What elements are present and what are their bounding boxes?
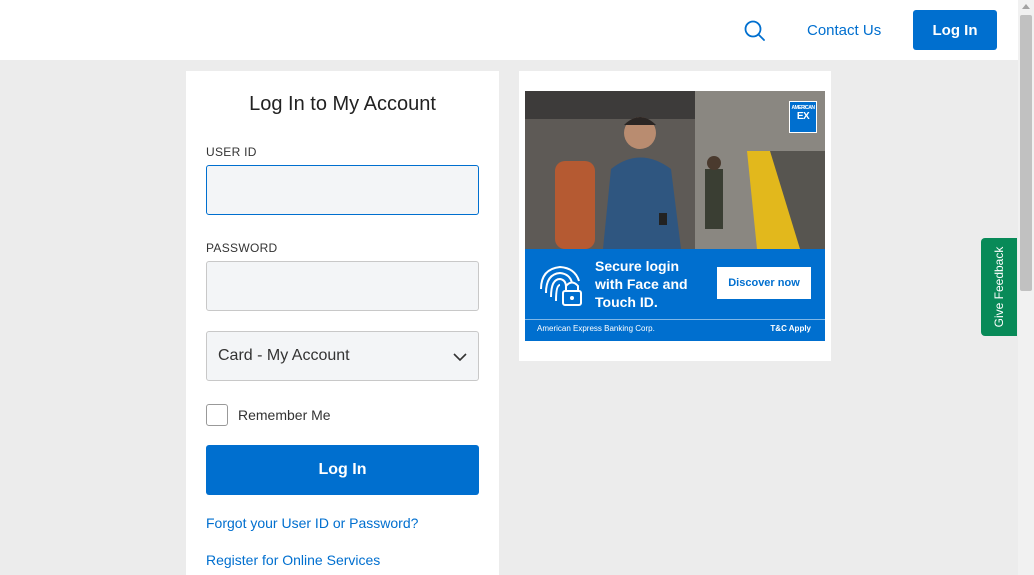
header-login-button[interactable]: Log In (913, 10, 997, 50)
amex-logo-text-2: EX (796, 111, 810, 122)
ad-fine-print: American Express Banking Corp. (537, 324, 655, 333)
top-navigation-bar: Contact Us Log In (0, 0, 1018, 60)
amex-logo: AMERICAN EX (789, 101, 817, 133)
ad-terms-link[interactable]: T&C Apply (770, 324, 811, 333)
account-type-select[interactable]: Card - My Account (206, 331, 479, 381)
remember-me-checkbox[interactable] (206, 404, 228, 426)
forgot-credentials-link[interactable]: Forgot your User ID or Password? (206, 515, 418, 531)
ad-blue-banner: Secure login with Face and Touch ID. Dis… (525, 249, 825, 341)
login-panel: Log In to My Account USER ID PASSWORD Ca… (186, 71, 499, 575)
give-feedback-tab[interactable]: Give Feedback (981, 238, 1017, 336)
user-id-label: USER ID (206, 145, 257, 159)
ad-divider (525, 319, 825, 320)
remember-me-label: Remember Me (238, 407, 331, 423)
discover-now-button[interactable]: Discover now (717, 267, 811, 299)
scroll-up-arrow-icon[interactable] (1022, 4, 1030, 9)
scrollbar-thumb[interactable] (1020, 15, 1032, 291)
fingerprint-lock-icon (535, 259, 585, 309)
vertical-scrollbar[interactable] (1018, 0, 1034, 575)
user-id-input[interactable] (206, 165, 479, 215)
chevron-down-icon (452, 349, 468, 365)
give-feedback-label: Give Feedback (992, 246, 1006, 328)
ad-panel: AMERICAN EX Secure login with Face and T… (519, 71, 831, 361)
register-link[interactable]: Register for Online Services (206, 552, 380, 568)
password-label: PASSWORD (206, 241, 278, 255)
ad-photo (525, 91, 825, 249)
login-title: Log In to My Account (249, 93, 436, 115)
search-icon[interactable] (742, 18, 768, 44)
password-input[interactable] (206, 261, 479, 311)
login-submit-button[interactable]: Log In (206, 445, 479, 495)
account-type-value: Card - My Account (218, 347, 350, 364)
advertisement-banner[interactable]: AMERICAN EX Secure login with Face and T… (525, 91, 825, 341)
contact-us-link[interactable]: Contact Us (807, 22, 881, 39)
ad-headline: Secure login with Face and Touch ID. (595, 258, 688, 310)
